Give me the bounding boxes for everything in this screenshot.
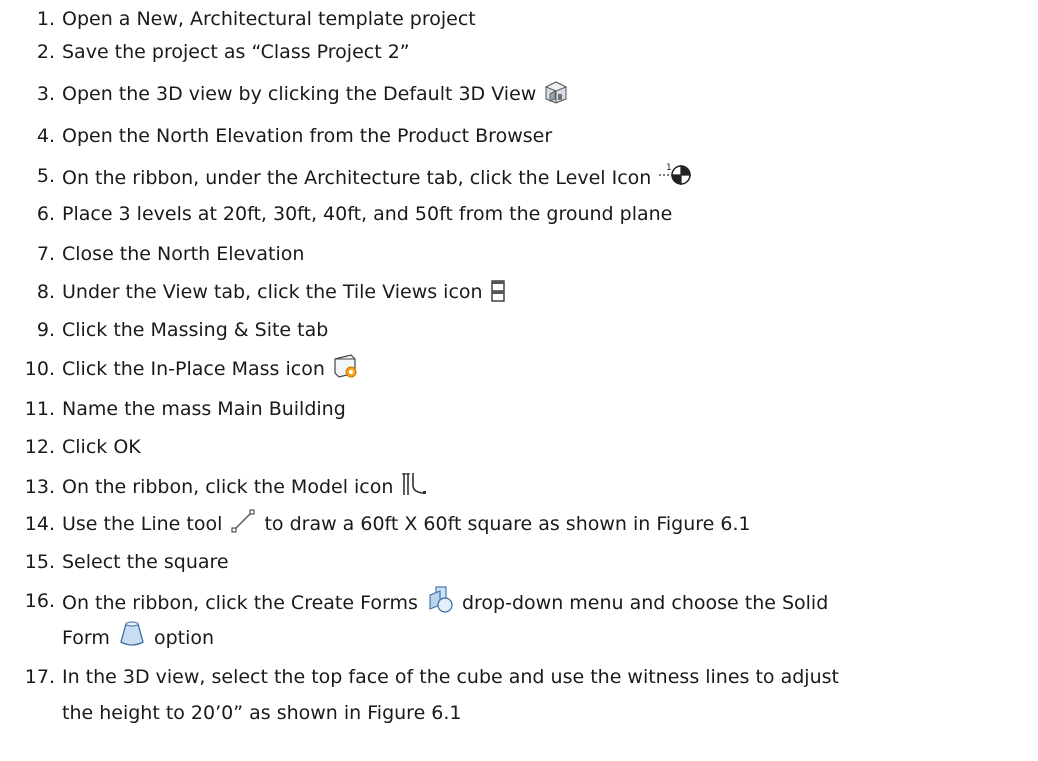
step-text-after: to draw a 60ft X 60ft square as shown in… (264, 513, 751, 535)
step-text: Click the In-Place Mass icon (62, 358, 325, 380)
step-number: 5. (36, 165, 55, 187)
step-text-line2-after: option (153, 627, 215, 649)
step-text: Name the mass Main Building (62, 398, 346, 420)
step-number: 1. (36, 8, 55, 30)
step-number: 12. (24, 436, 55, 458)
step-number: 6. (36, 203, 55, 225)
step-text: Select the square (62, 551, 229, 573)
level-icon: 1 (659, 160, 693, 198)
step-text-before: Use the Line tool (62, 513, 223, 535)
in-place-mass-icon (333, 353, 359, 389)
step-text: Open the North Elevation from the Produc… (62, 125, 553, 147)
step-number: 11. (24, 398, 55, 420)
step-number: 9. (36, 319, 55, 341)
step-number: 2. (36, 41, 55, 63)
step-number: 17. (24, 666, 55, 688)
step-number: 15. (24, 551, 55, 573)
step-number: 16. (24, 590, 55, 612)
model-icon (401, 471, 427, 507)
step-number: 3. (36, 83, 55, 105)
step-text-middle: drop-down menu and choose the Solid (461, 592, 829, 614)
step-number: 10. (24, 358, 55, 380)
line-tool-icon (230, 508, 256, 544)
svg-text:1: 1 (666, 163, 672, 173)
tile-views-icon (490, 280, 505, 312)
step-number: 8. (36, 281, 55, 303)
step-text: Under the View tab, click the Tile Views… (62, 281, 483, 303)
step-number: 14. (24, 513, 55, 535)
step-text-line2-before: Form (62, 627, 110, 649)
create-forms-icon (426, 585, 454, 623)
step-text: Close the North Elevation (62, 243, 305, 265)
step-text: In the 3D view, select the top face of t… (62, 666, 839, 688)
step-text: On the ribbon, click the Model icon (62, 476, 394, 498)
step-text: Click OK (62, 436, 141, 458)
step-number: 7. (36, 243, 55, 265)
step-text: Click the Massing & Site tab (62, 319, 329, 341)
default-3d-view-icon (544, 80, 568, 114)
step-number: 13. (24, 476, 55, 498)
step-text: Open a New, Architectural template proje… (62, 8, 476, 30)
step-text: Open the 3D view by clicking the Default… (62, 83, 537, 105)
solid-form-icon (118, 620, 146, 658)
step-text-before: On the ribbon, click the Create Forms (62, 592, 418, 614)
step-text-line2: the height to 20’0” as shown in Figure 6… (62, 702, 462, 724)
step-text: Save the project as “Class Project 2” (62, 41, 410, 63)
step-number: 4. (36, 125, 55, 147)
step-text: Place 3 levels at 20ft, 30ft, 40ft, and … (62, 203, 673, 225)
step-text: On the ribbon, under the Architecture ta… (62, 167, 652, 189)
